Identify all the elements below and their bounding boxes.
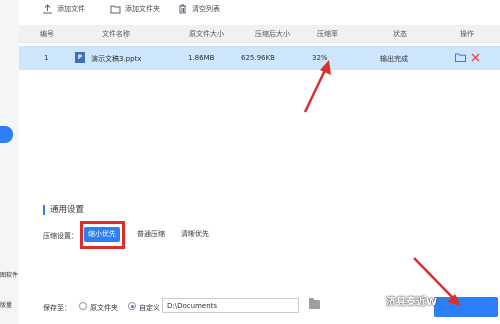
watermark-text: 济县泰近W [386, 297, 438, 308]
arrow-to-ratio [303, 60, 331, 113]
annotation-arrows [303, 60, 461, 306]
app-window: 图软件 版量 添加文件 添加文件夹 清空列表 编号 文件名称 原文件大小 压缩后… [0, 0, 500, 324]
